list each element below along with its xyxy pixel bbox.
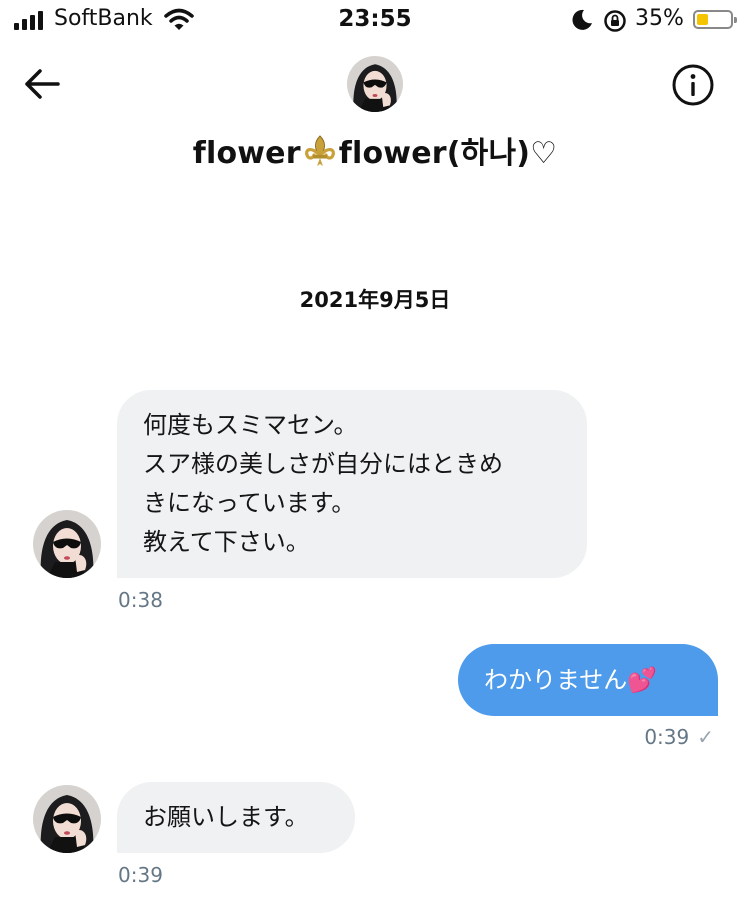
message-timestamp: 0:39 xyxy=(644,725,690,749)
sender-avatar[interactable] xyxy=(33,510,101,578)
battery-icon xyxy=(693,10,737,29)
header-avatar[interactable] xyxy=(347,56,403,112)
sender-avatar[interactable] xyxy=(33,785,101,853)
fleur-de-lis-icon xyxy=(303,134,337,176)
check-icon: ✓ xyxy=(697,725,714,749)
date-separator: 2021年9月5日 xyxy=(299,288,451,312)
message-bubble-incoming[interactable]: 何度もスミマセン。 スア様の美しさが自分にはときめ きになっています。 教えて下… xyxy=(117,390,587,578)
message-timestamp-outgoing: 0:39 ✓ xyxy=(644,725,714,749)
title-part1: flower xyxy=(192,136,301,171)
message-timestamp: 0:39 xyxy=(118,863,163,887)
message-line: スア様の美しさが自分にはときめ xyxy=(143,450,503,478)
info-circle-icon[interactable] xyxy=(671,63,715,107)
battery-percent: 35% xyxy=(635,6,684,31)
rotation-lock-icon xyxy=(604,10,626,32)
message-line: 教えて下さい。 xyxy=(143,528,310,556)
message-line: きになっています。 xyxy=(143,489,356,517)
status-bar: SoftBank 23:55 35% xyxy=(0,0,750,42)
title-part2: flower(하나)♡ xyxy=(338,136,558,171)
moon-icon xyxy=(572,9,592,30)
arrow-left-icon[interactable] xyxy=(22,66,62,102)
message-bubble-incoming[interactable]: お願いします。 xyxy=(117,782,355,853)
message-bubble-outgoing[interactable]: わかりません💕 xyxy=(458,644,718,716)
message-line: 何度もスミマセン。 xyxy=(143,411,358,439)
message-timestamp: 0:38 xyxy=(118,588,163,612)
conversation-title: flower flower(하나)♡ xyxy=(0,128,750,176)
